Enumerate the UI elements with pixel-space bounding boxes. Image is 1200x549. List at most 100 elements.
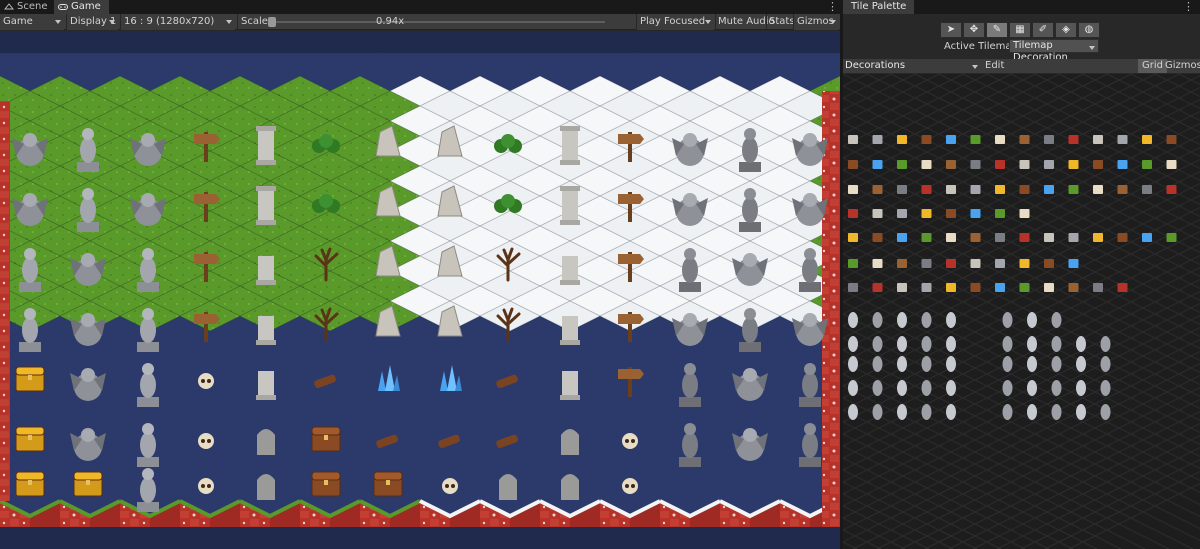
palette-tile[interactable] — [872, 380, 883, 396]
palette-tile[interactable] — [848, 185, 858, 194]
palette-tile[interactable] — [1076, 336, 1086, 352]
palette-tile[interactable] — [1166, 160, 1177, 169]
palette-tile[interactable] — [1051, 312, 1062, 328]
select-tool[interactable]: ➤ — [940, 22, 962, 38]
palette-tile[interactable] — [946, 209, 956, 218]
palette-tile[interactable] — [897, 259, 907, 268]
palette-tile[interactable] — [1027, 404, 1037, 420]
palette-tile[interactable] — [1093, 185, 1103, 194]
palette-tile[interactable] — [946, 380, 956, 396]
move-tool[interactable]: ✥ — [963, 22, 985, 38]
palette-tile[interactable] — [995, 160, 1005, 169]
paint-tool[interactable]: ✎ — [986, 22, 1008, 38]
palette-tile[interactable] — [1044, 135, 1054, 144]
palette-tile[interactable] — [848, 356, 858, 372]
pick-tool[interactable]: ✐ — [1032, 22, 1054, 38]
palette-tile[interactable] — [921, 336, 932, 352]
palette-tile[interactable] — [995, 135, 1005, 144]
game-viewport[interactable] — [0, 31, 840, 549]
palette-tile[interactable] — [1019, 233, 1030, 242]
play-mode-dropdown[interactable]: Play Focused — [636, 14, 714, 30]
palette-tile[interactable] — [946, 356, 956, 372]
palette-tile[interactable] — [970, 185, 981, 194]
stats-button[interactable]: Stats — [766, 14, 795, 30]
palette-tile[interactable] — [1100, 380, 1111, 396]
game-more-options-icon[interactable]: ⋮ — [827, 0, 838, 14]
palette-tile[interactable] — [897, 209, 907, 218]
palette-tile[interactable] — [897, 356, 907, 372]
palette-tile[interactable] — [872, 336, 883, 352]
palette-tile[interactable] — [1019, 135, 1030, 144]
palette-tile[interactable] — [848, 380, 858, 396]
palette-tile[interactable] — [921, 312, 932, 328]
palette-tile[interactable] — [946, 336, 956, 352]
game-view-dropdown[interactable]: Game — [0, 14, 64, 30]
palette-tile[interactable] — [848, 312, 858, 328]
palette-tile[interactable] — [970, 259, 981, 268]
palette-tile[interactable] — [848, 135, 858, 144]
palette-tile[interactable] — [970, 209, 981, 218]
palette-tile[interactable] — [872, 135, 883, 144]
palette-tile[interactable] — [1051, 404, 1062, 420]
palette-tile[interactable] — [1068, 259, 1079, 268]
palette-tile[interactable] — [921, 185, 932, 194]
palette-tile[interactable] — [1044, 233, 1054, 242]
palette-tile[interactable] — [897, 380, 907, 396]
palette-tile[interactable] — [1100, 336, 1111, 352]
palette-tile[interactable] — [946, 233, 956, 242]
palette-tile[interactable] — [921, 404, 932, 420]
palette-tile[interactable] — [1027, 356, 1037, 372]
scale-slider-handle[interactable] — [268, 17, 276, 27]
palette-tile[interactable] — [1117, 233, 1128, 242]
palette-tile[interactable] — [897, 404, 907, 420]
palette-tile[interactable] — [1002, 336, 1013, 352]
palette-tile[interactable] — [1051, 336, 1062, 352]
palette-tile[interactable] — [872, 404, 883, 420]
palette-tile[interactable] — [1068, 283, 1079, 292]
palette-tile[interactable] — [1002, 312, 1013, 328]
palette-tile[interactable] — [1100, 356, 1111, 372]
palette-tile[interactable] — [1002, 380, 1013, 396]
palette-tile[interactable] — [1076, 356, 1086, 372]
palette-tile[interactable] — [970, 283, 981, 292]
palette-tile[interactable] — [1019, 259, 1030, 268]
palette-tile[interactable] — [1044, 160, 1054, 169]
palette-tile[interactable] — [872, 259, 883, 268]
palette-tile[interactable] — [897, 233, 907, 242]
palette-tile[interactable] — [1100, 404, 1111, 420]
palette-tile[interactable] — [1019, 209, 1030, 218]
palette-tile[interactable] — [872, 312, 883, 328]
palette-tile[interactable] — [1019, 160, 1030, 169]
palette-tile[interactable] — [1093, 233, 1103, 242]
palette-tile[interactable] — [995, 185, 1005, 194]
palette-tile[interactable] — [1068, 185, 1079, 194]
palette-tile[interactable] — [872, 185, 883, 194]
palette-tile[interactable] — [872, 283, 883, 292]
palette-tile[interactable] — [848, 283, 858, 292]
palette-tile[interactable] — [1002, 404, 1013, 420]
palette-tile[interactable] — [1044, 283, 1054, 292]
palette-tile[interactable] — [1044, 259, 1054, 268]
palette-tile[interactable] — [1076, 404, 1086, 420]
aspect-dropdown[interactable]: 16 : 9 (1280x720) — [120, 14, 235, 30]
palette-tile[interactable] — [1027, 336, 1037, 352]
palette-tile[interactable] — [1117, 160, 1128, 169]
palette-tile[interactable] — [995, 209, 1005, 218]
palette-tile[interactable] — [1093, 135, 1103, 144]
palette-tile[interactable] — [970, 233, 981, 242]
palette-tile[interactable] — [1044, 185, 1054, 194]
palette-tile[interactable] — [848, 233, 858, 242]
palette-tile[interactable] — [872, 209, 883, 218]
palette-tile[interactable] — [1142, 233, 1152, 242]
palette-tile[interactable] — [921, 259, 932, 268]
palette-tile[interactable] — [995, 283, 1005, 292]
palette-tile-grid[interactable] — [843, 74, 1200, 549]
palette-tile[interactable] — [1068, 160, 1079, 169]
palette-tile[interactable] — [1068, 135, 1079, 144]
palette-tile[interactable] — [1142, 135, 1152, 144]
palette-tile[interactable] — [1019, 185, 1030, 194]
palette-tile[interactable] — [1166, 233, 1177, 242]
tab-scene[interactable]: Scene — [0, 0, 56, 14]
fill-tool[interactable]: ◍ — [1078, 22, 1100, 38]
palette-tile[interactable] — [1051, 380, 1062, 396]
